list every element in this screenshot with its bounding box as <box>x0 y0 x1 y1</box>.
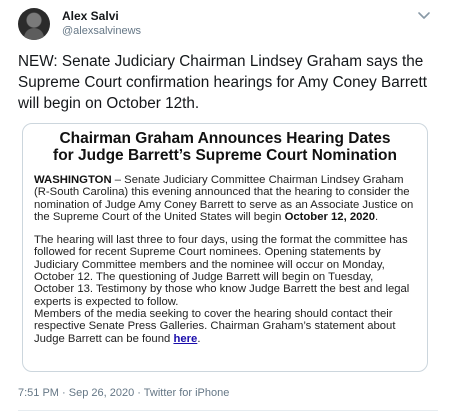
tweet-header: Alex Salvi @alexsalvinews <box>18 8 438 42</box>
press-release: Chairman Graham Announces Hearing Dates … <box>34 130 416 345</box>
dateline: WASHINGTON <box>34 174 112 186</box>
divider <box>18 410 438 411</box>
chevron-down-icon[interactable] <box>416 10 432 22</box>
display-name[interactable]: Alex Salvi <box>62 9 141 24</box>
tweet-text: NEW: Senate Judiciary Chairman Lindsey G… <box>18 53 427 112</box>
paragraph-3-body: Members of the media seeking to cover th… <box>34 307 396 345</box>
hearing-date: October 12, 2020 <box>284 210 375 223</box>
release-title: Chairman Graham Announces Hearing Dates … <box>34 130 416 164</box>
release-title-line-1: Chairman Graham Announces Hearing Dates <box>59 130 391 147</box>
release-title-line-2: for Judge Barrett’s Supreme Court Nomina… <box>53 147 397 164</box>
handle[interactable]: @alexsalvinews <box>62 24 141 39</box>
paragraph-3-end: . <box>197 332 201 345</box>
paragraph-2-body: The hearing will last three to four days… <box>34 234 410 308</box>
release-paragraph-3: Members of the media seeking to cover th… <box>34 308 416 345</box>
press-release-image[interactable]: Chairman Graham Announces Hearing Dates … <box>22 123 428 372</box>
paragraph-1-end: . <box>375 210 379 223</box>
release-paragraph-2: The hearing will last three to four days… <box>34 234 416 308</box>
avatar[interactable] <box>18 8 50 40</box>
author-names[interactable]: Alex Salvi @alexsalvinews <box>62 9 141 39</box>
statement-link[interactable]: here <box>173 333 197 345</box>
release-paragraph-1: WASHINGTON – Senate Judiciary Committee … <box>34 174 416 223</box>
tweet-meta[interactable]: 7:51 PM · Sep 26, 2020 · Twitter for iPh… <box>18 386 229 400</box>
tweet: Alex Salvi @alexsalvinews NEW: Senate Ju… <box>0 0 450 420</box>
